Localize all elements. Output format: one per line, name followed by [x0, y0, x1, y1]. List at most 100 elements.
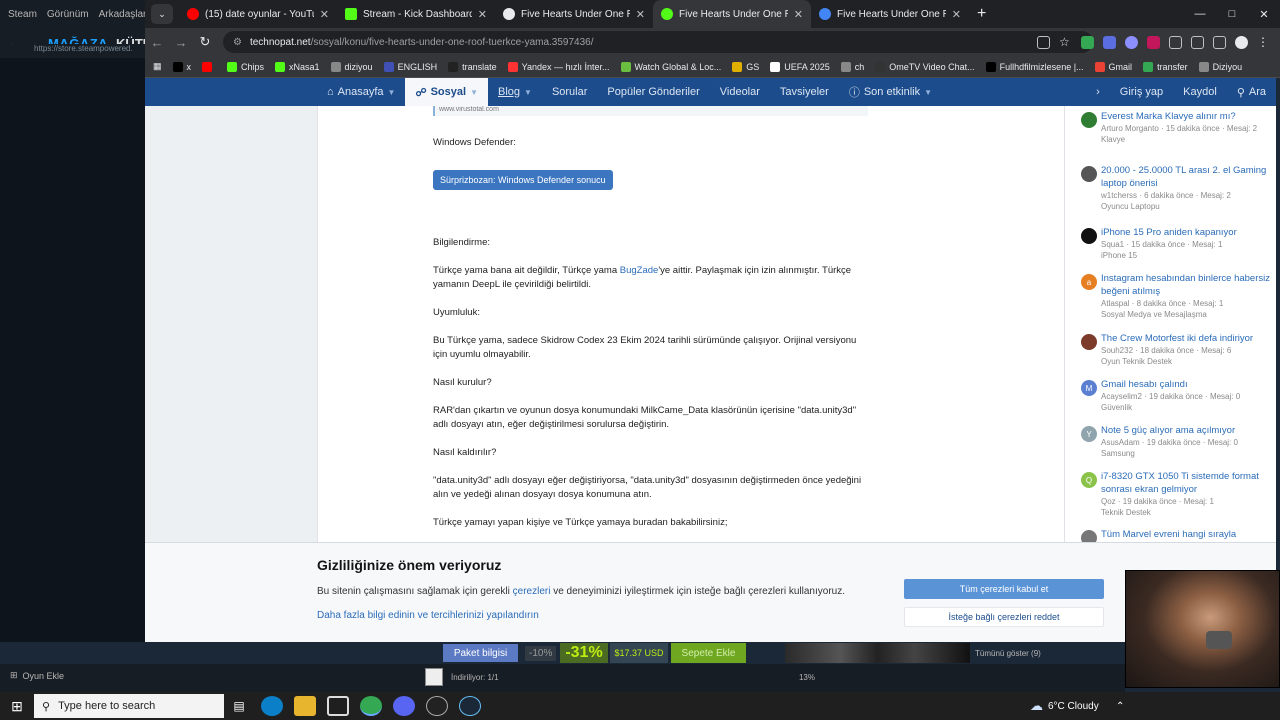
thread-title[interactable]: Note 5 güç alıyor ama açılmıyor — [1101, 424, 1275, 437]
nav-questions[interactable]: Sorular — [542, 78, 597, 106]
address-bar[interactable]: ⚙ technopat.net/sosyal/konu/five-hearts-… — [223, 31, 1093, 53]
thread-title[interactable]: Gmail hesabı çalındı — [1101, 378, 1275, 391]
windows-start-icon[interactable]: ⊞ — [0, 692, 34, 720]
bookmark-item[interactable]: GS — [732, 61, 759, 72]
edge-icon[interactable] — [261, 696, 283, 716]
avatar[interactable] — [1081, 228, 1097, 244]
thread-forum[interactable]: Teknik Destek — [1101, 507, 1275, 518]
close-icon[interactable]: ✕ — [478, 8, 487, 21]
avatar[interactable] — [1081, 112, 1097, 128]
steam-icon[interactable] — [459, 696, 481, 716]
thread-item[interactable]: M Gmail hesabı çalındı Acayselim2 · 19 dak… — [1081, 378, 1275, 413]
avatar[interactable] — [1081, 334, 1097, 350]
new-tab-button[interactable]: + — [977, 5, 986, 23]
login-link[interactable]: Giriş yap — [1110, 78, 1173, 106]
bookmark-item[interactable]: ch — [840, 61, 864, 72]
maximize-icon[interactable]: □ — [1216, 0, 1248, 28]
bookmark-item[interactable]: UEFA 2025 — [770, 61, 830, 72]
steam-menu-friends[interactable]: Arkadaşlar — [99, 9, 147, 20]
bookmark-item[interactable]: Yandex — hızlı İnter... — [507, 61, 610, 72]
browser-tab[interactable]: (15) date oyunlar - YouTube ✕ — [179, 0, 337, 28]
search-button[interactable]: ⚲ Ara — [1227, 78, 1276, 106]
bookmark-item[interactable]: diziyou — [330, 61, 373, 72]
puzzle-icon[interactable] — [1169, 35, 1182, 49]
thread-forum[interactable]: Güvenlik — [1101, 402, 1275, 413]
chevron-down-icon[interactable]: ▼ — [524, 88, 532, 97]
thread-item[interactable]: Y Note 5 güç alıyor ama açılmıyor AsusAdam… — [1081, 424, 1275, 459]
forward-icon[interactable]: → — [169, 35, 193, 50]
back-icon[interactable]: ← — [145, 35, 169, 50]
steam-menu-view[interactable]: Görünüm — [47, 9, 89, 20]
close-window-icon[interactable]: ✕ — [1248, 0, 1280, 28]
spoiler-button[interactable]: Sürprizbozan: Windows Defender sonucu — [433, 170, 613, 190]
bookmark-item[interactable]: Chips — [227, 61, 264, 72]
close-icon[interactable]: ✕ — [794, 8, 803, 21]
avatar[interactable]: M — [1081, 380, 1097, 396]
add-to-cart-button[interactable]: Sepete Ekle — [671, 643, 746, 663]
thread-item[interactable]: a Instagram hesabından binlerce habersiz … — [1081, 272, 1275, 320]
nav-scroll-right-icon[interactable]: › — [1086, 78, 1110, 106]
reload-icon[interactable]: ↻ — [193, 34, 217, 50]
browser-tab[interactable]: Five Hearts Under One Roof tür ✕ — [495, 0, 653, 28]
bookmark-item[interactable]: ENGLISH — [383, 61, 437, 72]
close-icon[interactable]: ✕ — [636, 8, 645, 21]
weather-widget[interactable]: ☁ 6°C Cloudy — [1030, 692, 1099, 720]
show-all-link[interactable]: Tümünü göster (9) — [975, 649, 1041, 658]
browser-tab-active[interactable]: Five Hearts Under One Roof Tü ✕ — [653, 0, 811, 28]
cookies-link[interactable]: çerezleri — [513, 586, 551, 597]
chevron-down-icon[interactable]: ▼ — [470, 88, 478, 97]
thread-forum[interactable]: Sosyal Medya ve Mesajlaşma — [1101, 309, 1275, 320]
thread-item[interactable]: Tüm Marvel evreni hangi sırayla — [1081, 528, 1275, 546]
thread-item[interactable]: iPhone 15 Pro aniden kapanıyor Squa1 · 15… — [1081, 226, 1275, 261]
cast-icon[interactable] — [1037, 35, 1050, 49]
thread-title[interactable]: Instagram hesabından binlerce habersiz b… — [1101, 272, 1275, 298]
chevron-up-icon[interactable]: ⌃ — [1116, 701, 1124, 712]
bookmark-item[interactable]: Watch Global & Loc... — [620, 61, 721, 72]
store-icon[interactable] — [327, 696, 349, 716]
bookmark-item[interactable]: Fullhdfilmizlesene |... — [985, 61, 1084, 72]
thread-item[interactable]: Everest Marka Klavye alınır mı? Arturo Mo… — [1081, 110, 1275, 145]
close-icon[interactable]: ✕ — [320, 8, 329, 21]
thread-item[interactable]: The Crew Motorfest iki defa indiriyor Sou… — [1081, 332, 1275, 367]
bookmark-item[interactable]: translate — [448, 61, 497, 72]
bookmark-item[interactable]: Gmail — [1094, 61, 1132, 72]
quoted-link[interactable]: www.virustotal.com — [433, 106, 868, 116]
chrome-icon[interactable] — [360, 696, 382, 716]
download-status[interactable]: İndiriliyor: 1/1 13% — [425, 667, 815, 687]
avatar[interactable]: Q — [1081, 472, 1097, 488]
bookmark-item[interactable]: Diziyou — [1198, 61, 1242, 72]
bookmark-item[interactable]: x — [172, 61, 191, 72]
close-icon[interactable]: ✕ — [952, 8, 961, 21]
browser-tab[interactable]: Stream - Kick Dashboard ✕ — [337, 0, 495, 28]
add-game-button[interactable]: ⊞ Oyun Ekle — [10, 670, 64, 681]
chevron-down-icon[interactable]: ▼ — [924, 88, 932, 97]
nav-home[interactable]: ⌂ Anasayfa ▼ — [145, 78, 405, 106]
file-explorer-icon[interactable] — [294, 696, 316, 716]
nav-popular[interactable]: Popüler Gönderiler — [597, 78, 709, 106]
sidebar-icon[interactable] — [1213, 35, 1226, 49]
thread-forum[interactable]: iPhone 15 — [1101, 250, 1275, 261]
site-info-icon[interactable]: ⚙ — [233, 37, 242, 48]
taskbar-search[interactable]: ⚲ Type here to search — [34, 694, 224, 718]
register-link[interactable]: Kaydol — [1173, 78, 1227, 106]
browser-tab[interactable]: Five Hearts Under One Roof se ✕ — [811, 0, 969, 28]
chevron-down-icon[interactable]: ▼ — [388, 88, 396, 97]
avatar[interactable] — [1081, 166, 1097, 182]
extension-icon[interactable] — [1125, 35, 1138, 49]
reject-optional-cookies-button[interactable]: İsteğe bağlı çerezleri reddet — [904, 607, 1104, 627]
nav-recommendations[interactable]: Tavsiyeler — [770, 78, 839, 106]
task-view-icon[interactable]: ▤ — [228, 696, 250, 716]
bookmark-item[interactable]: OmeTV Video Chat... — [875, 61, 975, 72]
extension-icon[interactable] — [1147, 35, 1160, 49]
avatar[interactable]: a — [1081, 274, 1097, 290]
thread-title[interactable]: Everest Marka Klavye alınır mı? — [1101, 110, 1275, 123]
cookie-preferences-link[interactable]: Daha fazla bilgi edinin ve tercihleriniz… — [317, 610, 539, 621]
apps-icon[interactable]: ▦ — [153, 61, 162, 72]
bugzade-link[interactable]: BugZade — [620, 265, 659, 276]
avatar[interactable]: Y — [1081, 426, 1097, 442]
nav-activity[interactable]: ⓘ Son etkinlik ▼ — [839, 78, 942, 106]
thread-title[interactable]: 20.000 - 25.0000 TL arası 2. el Gaming l… — [1101, 164, 1275, 190]
package-info-button[interactable]: Paket bilgisi — [443, 644, 518, 662]
obs-icon[interactable] — [426, 696, 448, 716]
thread-item[interactable]: Qi7-8320 GTX 1050 Ti sistemde format son… — [1081, 470, 1275, 518]
